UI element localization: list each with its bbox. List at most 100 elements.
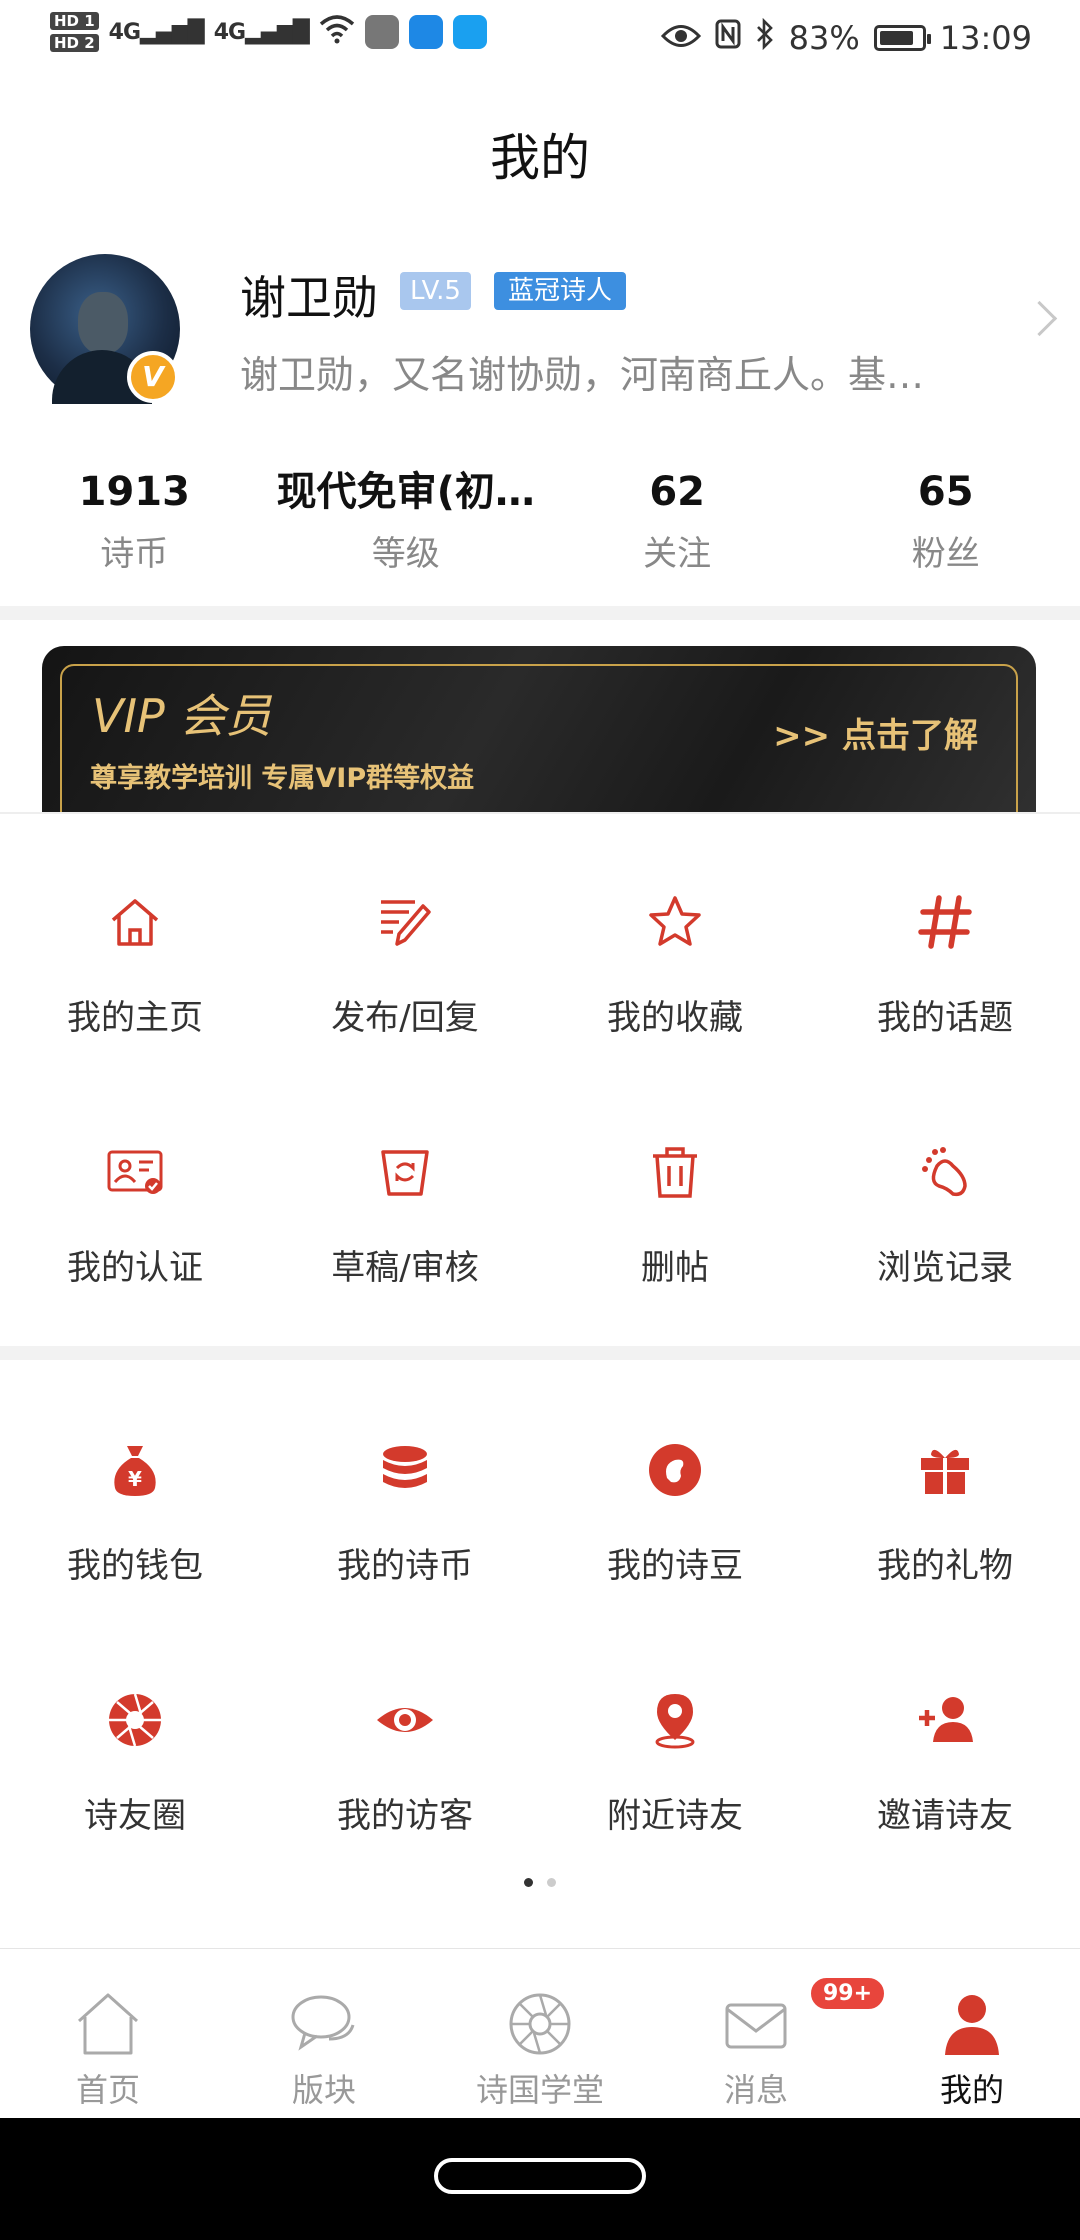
- hashtag-icon: [915, 892, 975, 952]
- menu-item-topics[interactable]: 我的话题: [810, 842, 1080, 1092]
- stat-value: 62: [649, 469, 705, 515]
- menu-item-label: 我的话题: [877, 998, 1013, 1038]
- menu-item-label: 诗友圈: [84, 1796, 186, 1836]
- verified-badge: V: [127, 351, 179, 403]
- triangle-app-icon: [408, 15, 443, 49]
- page-dot: [547, 1878, 556, 1887]
- stat-followers[interactable]: 65 粉丝: [811, 464, 1080, 584]
- status-bar: HD 1 HD 2 4G▂▄▆█ 4G▂▄▆█ 83% 13:09: [0, 0, 1080, 80]
- nav-home[interactable]: 首页: [0, 1949, 216, 2119]
- menu-item-coins[interactable]: 我的诗币: [270, 1390, 540, 1640]
- section-divider: [0, 1346, 1080, 1360]
- search-app-icon: [452, 15, 487, 49]
- chat-bubbles-icon: [289, 1991, 359, 2057]
- vip-banner[interactable]: VIP 会员 尊享教学培训 专属VIP群等权益 >> 点击了解: [42, 646, 1036, 812]
- money-bag-icon: ¥: [105, 1440, 165, 1500]
- signal-2: 4G▂▄▆█: [213, 19, 310, 45]
- avatar-face: [78, 292, 128, 354]
- menu-item-history[interactable]: 浏览记录: [810, 1092, 1080, 1342]
- nav-label: 消息: [723, 2071, 788, 2109]
- nav-label: 版块: [291, 2071, 356, 2109]
- stat-label: 等级: [371, 534, 440, 574]
- menu-item-label: 我的诗币: [337, 1546, 473, 1586]
- chevron-right-icon[interactable]: [1021, 300, 1058, 337]
- aperture-icon: [105, 1690, 165, 1750]
- menu-item-wallet[interactable]: ¥ 我的钱包: [0, 1390, 270, 1640]
- stat-level[interactable]: 现代免审(初… 等级: [269, 464, 543, 584]
- id-card-icon: [105, 1142, 165, 1202]
- stat-coins[interactable]: 1913 诗币: [0, 464, 269, 584]
- vip-subtitle: 尊享教学培训 专属VIP群等权益: [90, 763, 475, 794]
- stats-row: 1913 诗币 现代免审(初… 等级 62 关注 65 粉丝: [0, 464, 1080, 584]
- menu-item-label: 我的认证: [67, 1248, 203, 1288]
- title-badge: 蓝冠诗人: [494, 272, 627, 310]
- home-gesture-handle[interactable]: [434, 2158, 646, 2194]
- secondary-menu-grid: ¥ 我的钱包 我的诗币 我的诗豆 我的礼物 诗友圈 我的访客 附近诗友 邀请诗友: [0, 1390, 1080, 1890]
- person-icon: [937, 1991, 1007, 2057]
- menu-item-circle[interactable]: 诗友圈: [0, 1640, 270, 1890]
- menu-item-nearby[interactable]: 附近诗友: [540, 1640, 810, 1890]
- menu-item-label: 我的礼物: [877, 1546, 1013, 1586]
- nav-academy[interactable]: 诗国学堂: [432, 1949, 648, 2119]
- page-indicator: [0, 1878, 1080, 1887]
- menu-item-verification[interactable]: 我的认证: [0, 1092, 270, 1342]
- bluetooth-icon: [755, 17, 775, 58]
- menu-item-beans[interactable]: 我的诗豆: [540, 1390, 810, 1640]
- add-user-icon: [915, 1690, 975, 1750]
- bottom-nav: 首页 版块 诗国学堂 99+ 消息 我的: [0, 1948, 1080, 2119]
- menu-item-label: 我的收藏: [607, 998, 743, 1038]
- trash-icon: [645, 1142, 705, 1202]
- section-divider: [0, 606, 1080, 620]
- vip-learn-more-link[interactable]: >> 点击了解: [773, 708, 978, 757]
- nav-label: 诗国学堂: [475, 2071, 604, 2109]
- wifi-icon: [319, 14, 355, 51]
- home-icon: [105, 892, 165, 952]
- sheet-edge: [0, 812, 1080, 814]
- avatar[interactable]: V: [30, 254, 180, 404]
- menu-item-drafts[interactable]: 草稿/审核: [270, 1092, 540, 1342]
- star-icon: [645, 892, 705, 952]
- menu-item-label: 删帖: [641, 1248, 709, 1288]
- menu-item-visitors[interactable]: 我的访客: [270, 1640, 540, 1890]
- nfc-icon: [715, 19, 741, 57]
- menu-item-home[interactable]: 我的主页: [0, 842, 270, 1092]
- location-icon: [645, 1690, 705, 1750]
- menu-item-gifts[interactable]: 我的礼物: [810, 1390, 1080, 1640]
- vip-title: VIP 会员: [92, 689, 272, 743]
- signal-1-label: 4G: [108, 19, 141, 45]
- menu-item-favorites[interactable]: 我的收藏: [540, 842, 810, 1092]
- nav-profile[interactable]: 我的: [864, 1949, 1080, 2119]
- menu-item-label: 我的主页: [67, 998, 203, 1038]
- svg-text:¥: ¥: [128, 1467, 142, 1491]
- signal-2-label: 4G: [213, 19, 246, 45]
- page-title: 我的: [490, 129, 590, 187]
- menu-item-label: 我的访客: [337, 1796, 473, 1836]
- mail-icon: [721, 1991, 791, 2057]
- menu-item-label: 发布/回复: [331, 998, 479, 1038]
- menu-item-deleted[interactable]: 删帖: [540, 1092, 810, 1342]
- nav-label: 我的: [939, 2071, 1004, 2109]
- weibo-app-icon: [364, 15, 399, 49]
- menu-item-label: 我的钱包: [67, 1546, 203, 1586]
- aperture-outline-icon: [505, 1991, 575, 2057]
- menu-item-posts[interactable]: 发布/回复: [270, 842, 540, 1092]
- nav-forums[interactable]: 版块: [216, 1949, 432, 2119]
- clock: 13:09: [939, 19, 1032, 57]
- menu-item-invite[interactable]: 邀请诗友: [810, 1640, 1080, 1890]
- primary-menu-grid: 我的主页 发布/回复 我的收藏 我的话题 我的认证 草稿/审核 删帖 浏览记录: [0, 842, 1080, 1342]
- signal-1: 4G▂▄▆█: [108, 19, 205, 45]
- status-left: HD 1 HD 2 4G▂▄▆█ 4G▂▄▆█: [50, 12, 487, 52]
- nav-messages[interactable]: 99+ 消息: [648, 1949, 888, 2119]
- stat-following[interactable]: 62 关注: [543, 464, 812, 584]
- coins-icon: [375, 1440, 435, 1500]
- menu-item-label: 草稿/审核: [331, 1248, 479, 1288]
- system-nav-bar: [0, 2118, 1080, 2240]
- home-outline-icon: [73, 1991, 143, 2057]
- menu-item-label: 邀请诗友: [877, 1796, 1013, 1836]
- draft-icon: [375, 1142, 435, 1202]
- level-badge: LV.5: [400, 272, 471, 310]
- username: 谢卫勋: [240, 271, 378, 325]
- stat-value: 现代免审(初…: [276, 469, 535, 515]
- battery-fill: [879, 31, 913, 45]
- stat-value: 1913: [78, 469, 190, 515]
